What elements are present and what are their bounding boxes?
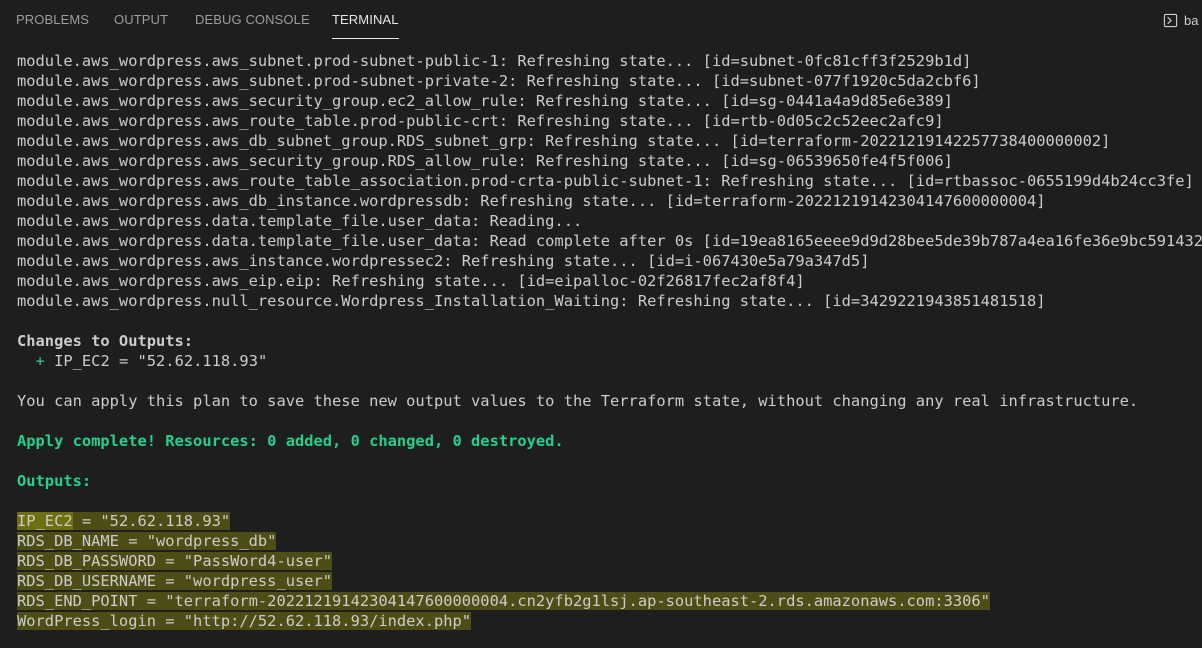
output-key-ip-ec2: IP_EC2: [17, 512, 73, 530]
change-line: + IP_EC2 = "52.62.118.93": [17, 351, 1202, 371]
output-rds-db-username: RDS_DB_USERNAME = "wordpress_user": [17, 571, 1202, 591]
tab-terminal[interactable]: TERMINAL: [332, 11, 399, 39]
terminal-line: module.aws_wordpress.data.template_file.…: [17, 232, 1202, 250]
terminal-output[interactable]: module.aws_wordpress.aws_subnet.prod-sub…: [17, 51, 1202, 648]
terminal-line: module.aws_wordpress.aws_db_subnet_group…: [17, 132, 1111, 150]
terminal-line: module.aws_wordpress.data.template_file.…: [17, 212, 583, 230]
terminal-line: module.aws_wordpress.aws_subnet.prod-sub…: [17, 72, 981, 90]
terminal-line: module.aws_wordpress.aws_route_table_ass…: [17, 172, 1194, 190]
output-text: RDS_DB_USERNAME = "wordpress_user": [17, 572, 333, 590]
output-rds-end-point: RDS_END_POINT = "terraform-2022121914230…: [17, 591, 1202, 611]
panel-tab-bar: PROBLEMS OUTPUT DEBUG CONSOLE TERMINAL b…: [0, 0, 1202, 40]
changes-heading: Changes to Outputs:: [17, 332, 194, 350]
terminal-instance-button[interactable]: ba: [1163, 11, 1198, 29]
output-text: RDS_DB_NAME = "wordpress_db": [17, 532, 277, 550]
output-text: RDS_END_POINT = "terraform-2022121914230…: [17, 592, 990, 610]
terminal-line: module.aws_wordpress.aws_security_group.…: [17, 152, 953, 170]
output-rds-db-password: RDS_DB_PASSWORD = "PassWord4-user": [17, 551, 1202, 571]
tab-debug-console[interactable]: DEBUG CONSOLE: [195, 11, 310, 31]
terminal-line: module.aws_wordpress.aws_db_instance.wor…: [17, 192, 1046, 210]
plus-sign: +: [35, 352, 45, 370]
terminal-line: module.aws_wordpress.aws_subnet.prod-sub…: [17, 52, 972, 70]
terminal-line: module.aws_wordpress.aws_instance.wordpr…: [17, 252, 870, 270]
apply-complete-line: Apply complete! Resources: 0 added, 0 ch…: [17, 432, 564, 450]
output-text: RDS_DB_PASSWORD = "PassWord4-user": [17, 552, 333, 570]
terminal-line: module.aws_wordpress.aws_route_table.pro…: [17, 112, 944, 130]
output-ip-ec2: IP_EC2 = "52.62.118.93": [17, 511, 1202, 531]
output-text: WordPress_login = "http://52.62.118.93/i…: [17, 612, 472, 630]
info-line: You can apply this plan to save these ne…: [17, 392, 1139, 410]
tab-output[interactable]: OUTPUT: [114, 11, 168, 31]
terminal-panel: PROBLEMS OUTPUT DEBUG CONSOLE TERMINAL b…: [0, 0, 1202, 648]
terminal-line: module.aws_wordpress.aws_security_group.…: [17, 92, 953, 110]
terminal-line: module.aws_wordpress.null_resource.Wordp…: [17, 292, 1046, 310]
outputs-heading: Outputs:: [17, 472, 92, 490]
tab-problems[interactable]: PROBLEMS: [16, 11, 89, 31]
output-value-ip-ec2: = "52.62.118.93": [72, 512, 231, 530]
terminal-line: module.aws_wordpress.aws_eip.eip: Refres…: [17, 272, 805, 290]
terminal-instance-label: ba: [1184, 12, 1199, 28]
change-text: IP_EC2 = "52.62.118.93": [54, 352, 268, 370]
terminal-icon: [1163, 13, 1178, 27]
output-wordpress-login: WordPress_login = "http://52.62.118.93/i…: [17, 611, 1202, 631]
output-rds-db-name: RDS_DB_NAME = "wordpress_db": [17, 531, 1202, 551]
